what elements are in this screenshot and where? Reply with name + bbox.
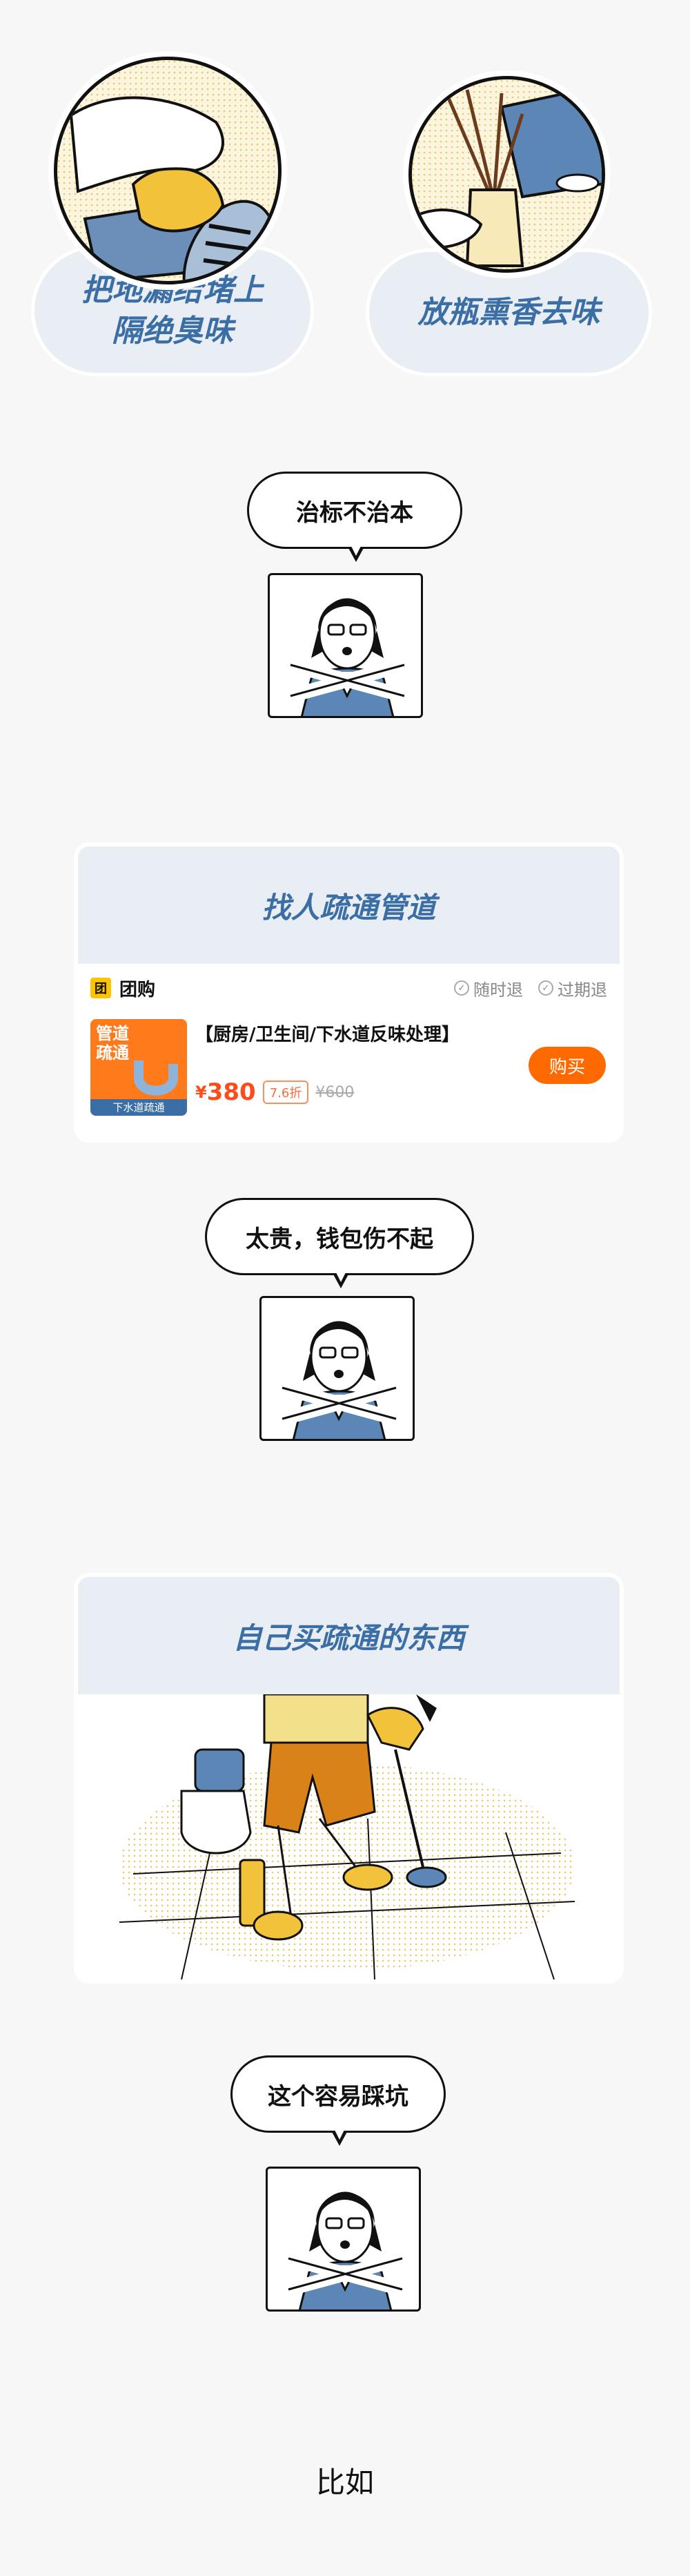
check-icon: ✓ xyxy=(538,980,553,996)
group-buy-label: 团购 xyxy=(119,979,156,1000)
product-row[interactable]: 管道 疏通 下水道疏通 【厨房/卫生间/下水道反味处理】 ¥ 380 7.6折 … xyxy=(78,1012,620,1123)
thumb-footer: 下水道疏通 xyxy=(90,1099,187,1116)
incense-illustration xyxy=(408,76,605,273)
speech-bubble-1-text: 治标不治本 xyxy=(296,498,413,527)
buy-button[interactable]: 购买 xyxy=(529,1047,606,1084)
product-name[interactable]: 【厨房/卫生间/下水道反味处理】 xyxy=(195,1020,460,1046)
thumb-text-1: 管道 xyxy=(96,1024,129,1043)
character-cross-arms-3 xyxy=(266,2167,421,2312)
product-thumbnail[interactable]: 管道 疏通 下水道疏通 xyxy=(90,1019,187,1116)
expired-refund-label: 过期退 xyxy=(558,980,607,1000)
service-card: 找人疏通管道 团 团购 ✓ 随时退 ✓ 过期退 管道 疏通 下水道疏通 【厨房/… xyxy=(74,842,624,1143)
footer-text: 比如 xyxy=(315,2466,374,2499)
speech-bubble-tail xyxy=(331,2129,348,2146)
speech-bubble-2: 太贵，钱包伤不起 xyxy=(205,1198,474,1288)
diy-card-title: 自己买疏通的东西 xyxy=(78,1577,620,1694)
group-buy-icon: 团 xyxy=(90,978,111,998)
product-price: 380 xyxy=(206,1078,256,1106)
speech-bubble-tail xyxy=(348,545,364,562)
character-cross-arms-2 xyxy=(259,1296,415,1441)
speech-bubble-tail xyxy=(333,1271,349,1288)
diy-card: 自己买疏通的东西 xyxy=(74,1573,624,1984)
plug-drain-illustration xyxy=(54,57,282,284)
discount-badge: 7.6折 xyxy=(262,1081,309,1104)
anytime-refund-label: 随时退 xyxy=(473,980,523,1000)
price-currency: ¥ xyxy=(195,1083,207,1102)
character-cross-arms-1 xyxy=(268,573,423,718)
speech-bubble-1: 治标不治本 xyxy=(247,472,462,562)
service-card-title: 找人疏通管道 xyxy=(78,846,620,964)
plunger-illustration xyxy=(78,1693,620,1979)
speech-bubble-2-text: 太贵，钱包伤不起 xyxy=(246,1225,433,1253)
check-icon: ✓ xyxy=(454,980,469,996)
original-price: ¥600 xyxy=(315,1083,355,1101)
speech-bubble-3-text: 这个容易踩坑 xyxy=(268,2082,408,2111)
speech-bubble-3: 这个容易踩坑 xyxy=(230,2055,446,2146)
